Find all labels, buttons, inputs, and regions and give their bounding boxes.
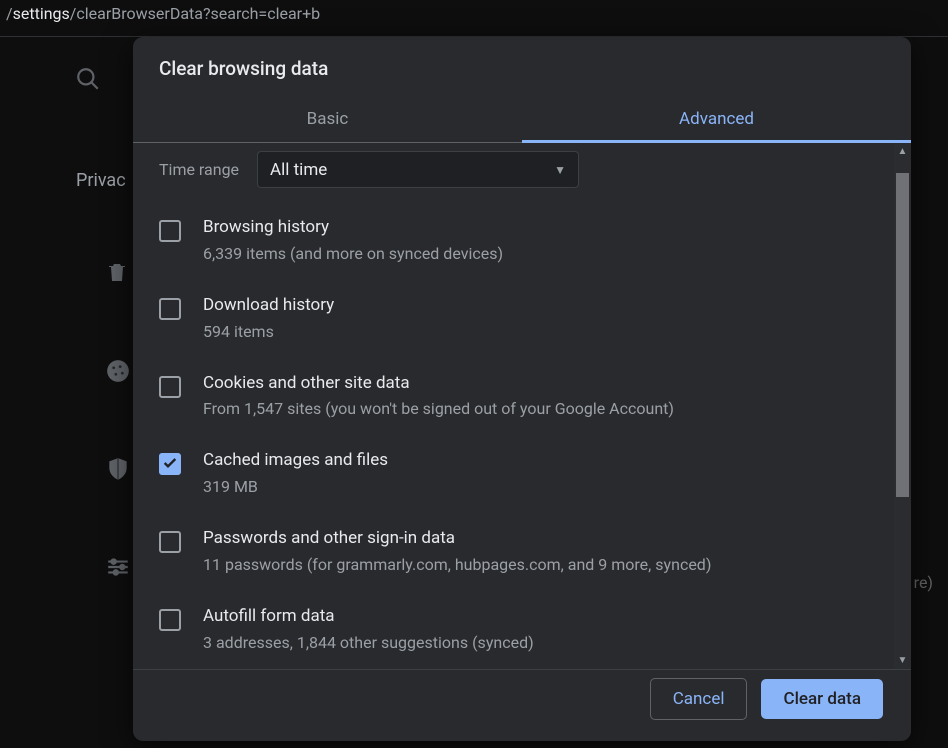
cookie-icon [105,358,131,388]
dialog-footer: Cancel Clear data [133,669,911,741]
time-range-select[interactable]: All time ▼ [257,151,579,188]
option-title: Passwords and other sign-in data [203,527,711,551]
option-subtitle: 6,339 items (and more on synced devices) [203,242,503,266]
option-browsing-history: Browsing history6,339 items (and more on… [159,202,868,280]
option-download-history: Download history594 items [159,280,868,358]
option-subtitle: From 1,547 sites (you won't be signed ou… [203,397,674,421]
address-bar[interactable]: /settings/clearBrowserData?search=clear+… [0,0,948,37]
checkbox-download-history[interactable] [159,298,181,320]
option-cookies: Cookies and other site dataFrom 1,547 si… [159,358,868,436]
tune-icon [105,554,131,584]
time-range-value: All time [270,160,327,180]
option-subtitle: 319 MB [203,475,388,499]
chevron-down-icon: ▼ [554,163,566,177]
option-subtitle: 3 addresses, 1,844 other suggestions (sy… [203,631,534,655]
checkbox-browsing-history[interactable] [159,220,181,242]
scrollbar-thumb[interactable] [896,173,909,497]
trash-icon [105,260,129,288]
address-text: /settings/clearBrowserData?search=clear+… [6,4,320,23]
option-passwords: Passwords and other sign-in data11 passw… [159,513,868,591]
tab-basic[interactable]: Basic [133,96,522,142]
option-autofill: Autofill form data3 addresses, 1,844 oth… [159,591,868,669]
option-subtitle: 594 items [203,320,334,344]
background-heading: Privac [76,170,126,191]
checkbox-cookies[interactable] [159,376,181,398]
scroll-down-button[interactable]: ▼ [894,652,911,669]
checkbox-cached-images[interactable] [159,453,181,475]
search-icon [75,66,101,96]
scrollbar[interactable]: ▲ ▼ [894,143,911,669]
background-truncated-text: re) [914,573,933,592]
shield-icon [105,456,131,486]
option-title: Browsing history [203,216,503,240]
dialog-title: Clear browsing data [133,37,911,96]
cancel-button[interactable]: Cancel [650,678,748,720]
clear-browsing-data-dialog: Clear browsing data Basic Advanced Time … [133,37,911,741]
dialog-tabs: Basic Advanced [133,96,911,143]
checkbox-autofill[interactable] [159,609,181,631]
clear-data-button[interactable]: Clear data [761,679,883,719]
option-title: Cached images and files [203,449,388,473]
tab-advanced[interactable]: Advanced [522,96,911,143]
scroll-up-button[interactable]: ▲ [894,143,911,160]
option-title: Download history [203,294,334,318]
dialog-scroll-area[interactable]: Time range All time ▼ Browsing history6,… [133,143,894,669]
option-subtitle: 11 passwords (for grammarly.com, hubpage… [203,553,711,577]
option-title: Autofill form data [203,605,534,629]
time-range-label: Time range [159,160,239,179]
checkbox-passwords[interactable] [159,531,181,553]
option-title: Cookies and other site data [203,372,674,396]
option-cached-images: Cached images and files319 MB [159,435,868,513]
